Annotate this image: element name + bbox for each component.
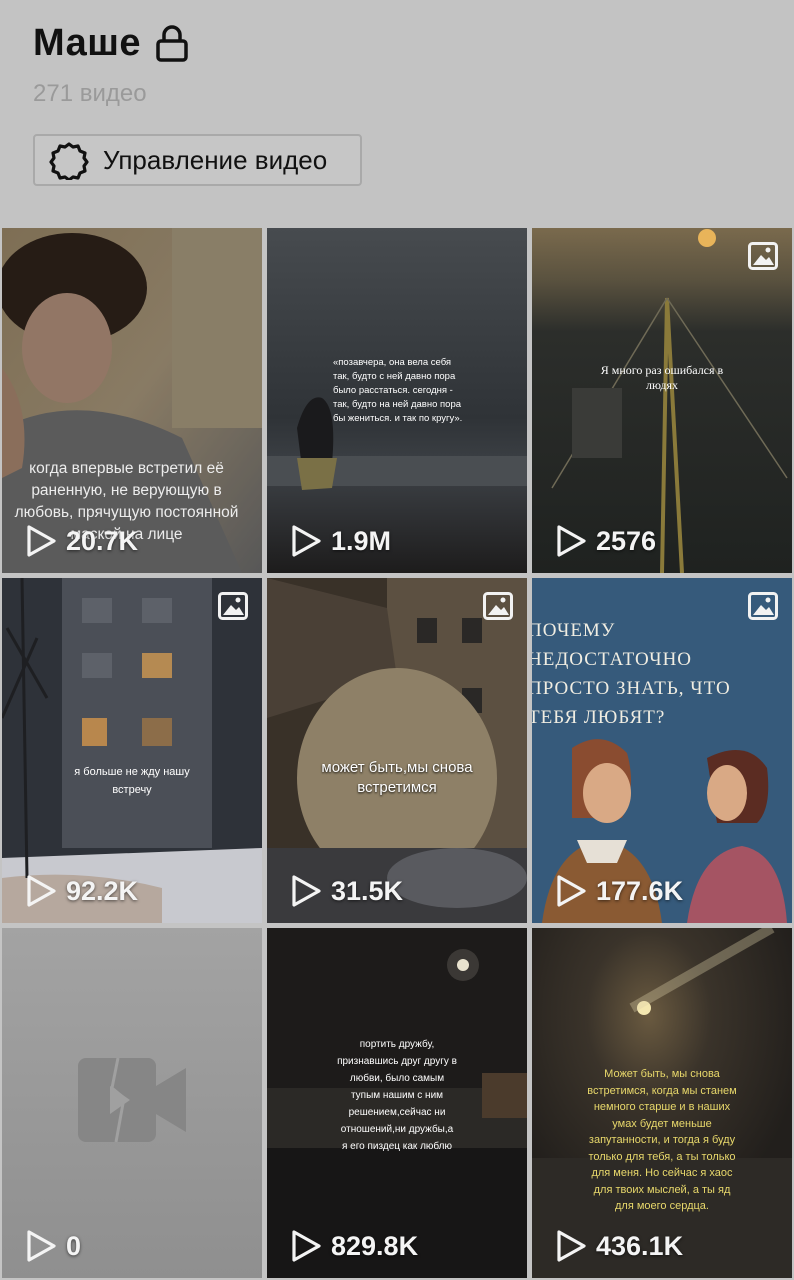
video-tile[interactable]: Может быть, мы снова встретимся, когда м…	[532, 928, 792, 1278]
video-thumbnail	[532, 228, 792, 573]
video-caption: портить дружбу, признавшись друг другу в…	[337, 1039, 457, 1152]
video-caption: Может быть, мы снова встретимся, когда м…	[587, 1068, 737, 1212]
view-count-value: 31.5K	[331, 875, 404, 906]
view-count: 829.8K	[289, 1228, 418, 1264]
video-caption: «позавчера, она вела себя так, будто с н…	[333, 357, 463, 424]
video-caption: я больше не жду нашу встречу	[74, 766, 190, 796]
video-grid: когда впервые встретил её раненную, не в…	[0, 228, 794, 1280]
manage-videos-button[interactable]: Управление видео	[33, 134, 362, 186]
lock-icon	[156, 24, 188, 62]
video-count: 271 видео	[33, 80, 147, 107]
playlist-header: Маше 271 видео Управление видео	[0, 0, 794, 228]
view-count: 2576	[554, 523, 656, 559]
view-count: 1.9M	[289, 523, 391, 559]
play-icon	[557, 525, 586, 557]
video-thumbnail	[267, 578, 527, 923]
photo-icon	[748, 592, 778, 620]
manage-videos-label: Управление видео	[103, 144, 328, 175]
video-thumbnail	[2, 578, 262, 923]
view-count: 436.1K	[554, 1228, 683, 1264]
video-tile[interactable]: может быть,мы снова встретимся 31.5K	[267, 578, 527, 923]
view-count-value: 177.6K	[596, 875, 684, 906]
view-count: 177.6K	[554, 873, 683, 909]
video-tile[interactable]: когда впервые встретил её раненную, не в…	[2, 228, 262, 573]
view-count-value: 92.2K	[66, 875, 139, 906]
video-tile[interactable]: я больше не жду нашу встречу 92.2K	[2, 578, 262, 923]
video-tile[interactable]: ПОЧЕМУ НЕДОСТАТОЧНО ПРОСТО ЗНАТЬ, ЧТО ТЕ…	[532, 578, 792, 923]
video-caption: Я много раз ошибался в людях	[600, 363, 724, 392]
play-icon	[27, 875, 56, 907]
play-icon	[27, 525, 56, 557]
video-tile[interactable]: портить дружбу, признавшись друг другу в…	[267, 928, 527, 1278]
photo-icon	[748, 242, 778, 270]
play-icon	[292, 525, 321, 557]
gear-icon	[49, 142, 89, 180]
playlist-title: Маше	[33, 22, 142, 64]
view-count-value: 829.8K	[331, 1230, 419, 1261]
view-count-value: 0	[66, 1230, 82, 1261]
view-count: 31.5K	[289, 873, 403, 909]
video-tile[interactable]: «позавчера, она вела себя так, будто с н…	[267, 228, 527, 573]
view-count: 0	[24, 1228, 81, 1264]
view-count-value: 2576	[596, 525, 657, 556]
view-count: 20.7K	[24, 523, 138, 559]
photo-icon	[483, 592, 513, 620]
play-icon	[27, 1230, 56, 1262]
view-count-value: 436.1K	[596, 1230, 684, 1261]
video-tile[interactable]: 0	[2, 928, 262, 1278]
view-count: 92.2K	[24, 873, 138, 909]
broken-video-icon	[78, 1058, 186, 1142]
view-count-value: 20.7K	[66, 525, 139, 556]
title-row: Маше	[33, 22, 189, 65]
video-caption: может быть,мы снова встретимся	[321, 759, 473, 796]
view-count-value: 1.9M	[331, 525, 392, 556]
play-icon	[557, 875, 586, 907]
video-tile[interactable]: Я много раз ошибался в людях 2576	[532, 228, 792, 573]
play-icon	[292, 1230, 321, 1262]
photo-icon	[218, 592, 248, 620]
play-icon	[557, 1230, 586, 1262]
video-caption: ПОЧЕМУ НЕДОСТАТОЧНО ПРОСТО ЗНАТЬ, ЧТО ТЕ…	[532, 620, 731, 728]
play-icon	[292, 875, 321, 907]
